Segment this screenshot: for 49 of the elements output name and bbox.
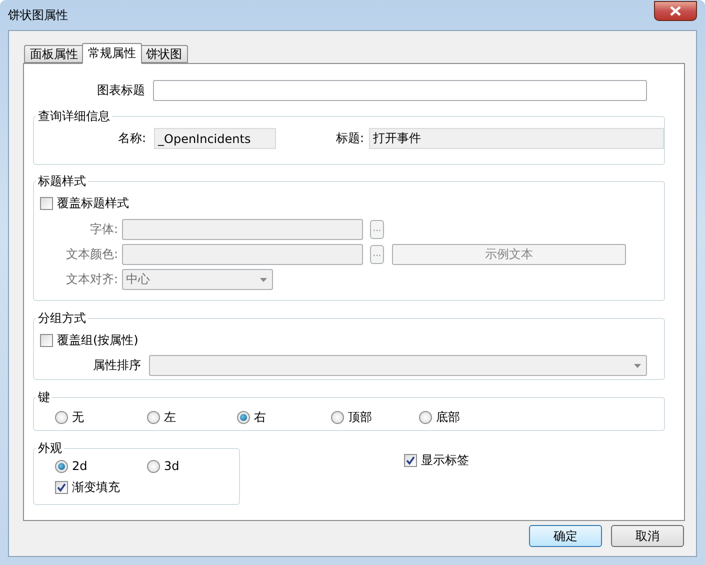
checkbox[interactable]: 覆盖组(按属性) <box>40 332 138 349</box>
read-only-field: _OpenIncidents <box>154 128 276 149</box>
radio-button[interactable] <box>419 411 432 424</box>
radio-button[interactable] <box>147 411 160 424</box>
checkbox-box[interactable] <box>404 454 417 467</box>
chart-title-input[interactable] <box>153 80 647 101</box>
group-title: 标题样式 <box>37 173 87 190</box>
dialog-button[interactable]: 取消 <box>611 525 684 547</box>
field-label: 图表标题 <box>96 82 145 99</box>
radio-option[interactable]: 无 <box>55 409 147 426</box>
radio-option[interactable]: 2d <box>55 459 147 473</box>
radio-button[interactable] <box>147 460 160 472</box>
field-label: 属性排序 <box>92 357 141 374</box>
radio-button[interactable] <box>55 460 68 472</box>
group-title: 键 <box>37 389 51 406</box>
radio-button[interactable] <box>237 411 250 424</box>
group-title: 查询详细信息 <box>37 108 111 125</box>
field-label: 字体: <box>88 221 118 238</box>
close-icon <box>670 6 681 16</box>
input-field[interactable] <box>122 244 363 265</box>
radio-option[interactable]: 右 <box>237 409 331 426</box>
radio-button[interactable] <box>55 411 68 424</box>
checkbox-box[interactable] <box>55 481 68 494</box>
close-button[interactable] <box>654 1 697 21</box>
dropdown-arrow-icon <box>260 278 267 282</box>
tab[interactable]: 面板属性 <box>24 45 84 63</box>
input-field[interactable] <box>122 219 363 240</box>
checkbox[interactable]: 显示标签 <box>404 452 469 469</box>
dropdown-arrow-icon <box>634 364 641 368</box>
checkbox[interactable]: 覆盖标题样式 <box>40 195 129 212</box>
radio-option[interactable]: 底部 <box>419 409 499 426</box>
group-title: 外观 <box>37 440 63 457</box>
checkbox-box[interactable] <box>40 334 53 347</box>
field-label: 名称: <box>116 130 146 147</box>
tab[interactable]: 饼状图 <box>140 45 188 63</box>
radio-option[interactable]: 左 <box>147 409 237 426</box>
field-label: 文本颜色: <box>64 246 118 263</box>
field-label: 标题: <box>334 130 364 147</box>
checkbox-box[interactable] <box>40 197 53 210</box>
dialog-button[interactable]: 确定 <box>529 525 602 547</box>
radio-option[interactable]: 3d <box>147 459 239 473</box>
radio-button[interactable] <box>331 411 344 424</box>
radio-option[interactable]: 顶部 <box>331 409 419 426</box>
window-title: 饼状图属性 <box>8 6 68 24</box>
group-title: 分组方式 <box>37 310 87 327</box>
read-only-field: 打开事件 <box>369 128 664 149</box>
checkbox[interactable]: 渐变填充 <box>55 479 120 496</box>
tab[interactable]: 常规属性 <box>82 43 142 64</box>
field-label: 文本对齐: <box>64 271 118 288</box>
